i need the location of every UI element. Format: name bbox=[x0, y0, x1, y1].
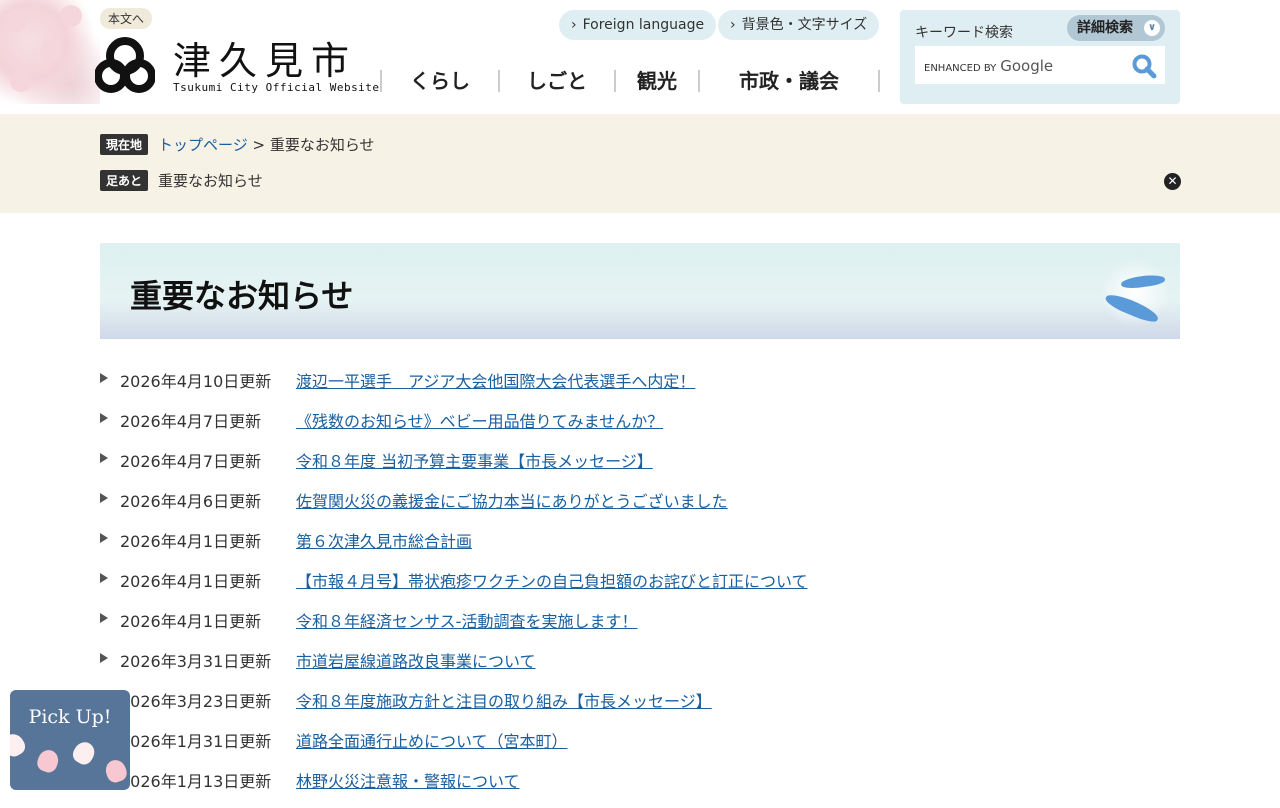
news-item: 2026年4月6日更新 佐賀関火災の義援金にご協力本当にありがとうございました bbox=[100, 488, 808, 528]
triangle-bullet-icon bbox=[100, 613, 108, 623]
petal-icon bbox=[102, 757, 130, 785]
page-title: 重要なお知らせ bbox=[130, 277, 354, 315]
breadcrumb-separator: > bbox=[247, 135, 270, 154]
triangle-bullet-icon bbox=[100, 373, 108, 383]
pickup-label: Pick Up! bbox=[28, 706, 112, 728]
news-item: 2026年4月7日更新 《残数のお知らせ》ベビー用品借りてみませんか？ bbox=[100, 408, 808, 448]
footprint: 足あと 重要なお知らせ bbox=[100, 170, 263, 191]
triangle-bullet-icon bbox=[100, 653, 108, 663]
news-item: 2026年1月31日更新 道路全面通行止めについて（宮本町） bbox=[100, 728, 808, 768]
global-nav: くらし しごと 観光 市政・議会 bbox=[380, 70, 880, 92]
triangle-bullet-icon bbox=[100, 493, 108, 503]
news-item: 2026年3月23日更新 令和８年度施政方針と注目の取り組み【市長メッセージ】 bbox=[100, 688, 808, 728]
news-item: 2026年4月1日更新 令和８年経済センサス‐活動調査を実施します！ bbox=[100, 608, 808, 648]
breadcrumb-top-link[interactable]: トップページ bbox=[158, 134, 248, 155]
nav-shigoto[interactable]: しごと bbox=[498, 70, 614, 92]
triangle-bullet-icon bbox=[100, 533, 108, 543]
advanced-search-label: 詳細検索 bbox=[1077, 20, 1133, 36]
news-item: 2026年4月1日更新 【市報４月号】帯状疱疹ワクチンの自己負担額のお詫びと訂正に… bbox=[100, 568, 808, 608]
petal-icon bbox=[10, 730, 29, 760]
news-item: 2026年4月1日更新 第６次津久見市総合計画 bbox=[100, 528, 808, 568]
breadcrumb-area: 現在地 トップページ > 重要なお知らせ 足あと 重要なお知らせ bbox=[0, 114, 1280, 213]
search-icon[interactable] bbox=[1131, 53, 1157, 79]
breadcrumb-current: 重要なお知らせ bbox=[269, 136, 375, 154]
news-link[interactable]: 令和８年経済センサス‐活動調査を実施します！ bbox=[296, 608, 637, 648]
news-date: 2026年1月31日更新 bbox=[120, 732, 272, 751]
news-date: 2026年3月31日更新 bbox=[120, 652, 272, 671]
news-link[interactable]: 令和８年度 当初予算主要事業【市長メッセージ】 bbox=[296, 448, 653, 488]
news-item: 2026年4月7日更新 令和８年度 当初予算主要事業【市長メッセージ】 bbox=[100, 448, 808, 488]
advanced-search-button[interactable]: 詳細検索 ∨ bbox=[1067, 15, 1165, 41]
news-link[interactable]: 《残数のお知らせ》ベビー用品借りてみませんか？ bbox=[296, 408, 663, 448]
news-date: 2026年1月13日更新 bbox=[120, 772, 272, 791]
news-link[interactable]: 佐賀関火災の義援金にご協力本当にありがとうございました bbox=[296, 488, 728, 528]
pickup-button[interactable]: Pick Up! bbox=[10, 690, 130, 790]
news-item: 2026年3月31日更新 市道岩屋線道路改良事業について bbox=[100, 648, 808, 688]
cherry-blossom-decoration bbox=[0, 0, 100, 104]
nav-kanko[interactable]: 観光 bbox=[614, 70, 698, 92]
news-link[interactable]: 第６次津久見市総合計画 bbox=[296, 528, 472, 568]
site-header: 本文へ 津久見市 Tsukumi City Official Website く… bbox=[0, 0, 1280, 114]
news-date: 2026年4月7日更新 bbox=[120, 412, 262, 431]
news-link[interactable]: 渡辺一平選手 アジア大会他国際大会代表選手へ内定！ bbox=[296, 368, 695, 408]
breadcrumb: 現在地 トップページ > 重要なお知らせ bbox=[100, 134, 375, 155]
news-date: 2026年4月1日更新 bbox=[120, 612, 262, 631]
footprint-item[interactable]: 重要なお知らせ bbox=[158, 170, 263, 191]
news-link[interactable]: 林野火災注意報・警報について bbox=[296, 768, 520, 808]
foreign-language-button[interactable]: Foreign language bbox=[559, 10, 717, 40]
skip-to-content-link[interactable]: 本文へ bbox=[100, 8, 153, 29]
search-panel: キーワード検索 詳細検索 ∨ ENHANCED BY Google bbox=[900, 10, 1180, 104]
close-footprint-icon[interactable]: ✕ bbox=[1164, 173, 1181, 190]
news-item: 2026年4月10日更新 渡辺一平選手 アジア大会他国際大会代表選手へ内定！ bbox=[100, 368, 808, 408]
news-item: 2026年1月13日更新 林野火災注意報・警報について bbox=[100, 768, 808, 808]
news-date: 2026年4月1日更新 bbox=[120, 572, 262, 591]
search-placeholder: ENHANCED BY Google bbox=[924, 57, 1054, 75]
city-emblem-icon bbox=[95, 37, 155, 93]
site-logo[interactable]: 津久見市 Tsukumi City Official Website bbox=[95, 36, 380, 94]
light-decoration bbox=[1100, 258, 1170, 328]
triangle-bullet-icon bbox=[100, 413, 108, 423]
footprint-tag: 足あと bbox=[100, 170, 149, 191]
news-date: 2026年3月23日更新 bbox=[120, 692, 272, 711]
nav-kurashi[interactable]: くらし bbox=[380, 70, 498, 92]
search-label: キーワード検索 bbox=[915, 25, 1013, 41]
chevron-down-icon: ∨ bbox=[1144, 20, 1160, 36]
news-date: 2026年4月7日更新 bbox=[120, 452, 262, 471]
news-link[interactable]: 令和８年度施政方針と注目の取り組み【市長メッセージ】 bbox=[296, 688, 712, 728]
news-date: 2026年4月1日更新 bbox=[120, 532, 262, 551]
news-link[interactable]: 【市報４月号】帯状疱疹ワクチンの自己負担額のお詫びと訂正について bbox=[296, 568, 808, 608]
search-input[interactable]: ENHANCED BY Google bbox=[915, 46, 1165, 84]
news-list: 2026年4月10日更新 渡辺一平選手 アジア大会他国際大会代表選手へ内定！ 202… bbox=[100, 368, 808, 808]
news-date: 2026年4月10日更新 bbox=[120, 372, 272, 391]
current-location-tag: 現在地 bbox=[100, 134, 149, 155]
nav-shisei-gikai[interactable]: 市政・議会 bbox=[698, 70, 880, 92]
triangle-bullet-icon bbox=[100, 453, 108, 463]
page-title-banner: 重要なお知らせ bbox=[100, 243, 1180, 339]
display-settings-button[interactable]: 背景色・文字サイズ bbox=[718, 10, 880, 40]
petal-icon bbox=[34, 747, 62, 775]
petal-icon bbox=[69, 738, 99, 768]
news-date: 2026年4月6日更新 bbox=[120, 492, 262, 511]
news-link[interactable]: 道路全面通行止めについて（宮本町） bbox=[296, 728, 568, 768]
logo-english: Tsukumi City Official Website bbox=[173, 81, 380, 94]
triangle-bullet-icon bbox=[100, 573, 108, 583]
news-link[interactable]: 市道岩屋線道路改良事業について bbox=[296, 648, 536, 688]
logo-japanese: 津久見市 bbox=[173, 39, 358, 83]
